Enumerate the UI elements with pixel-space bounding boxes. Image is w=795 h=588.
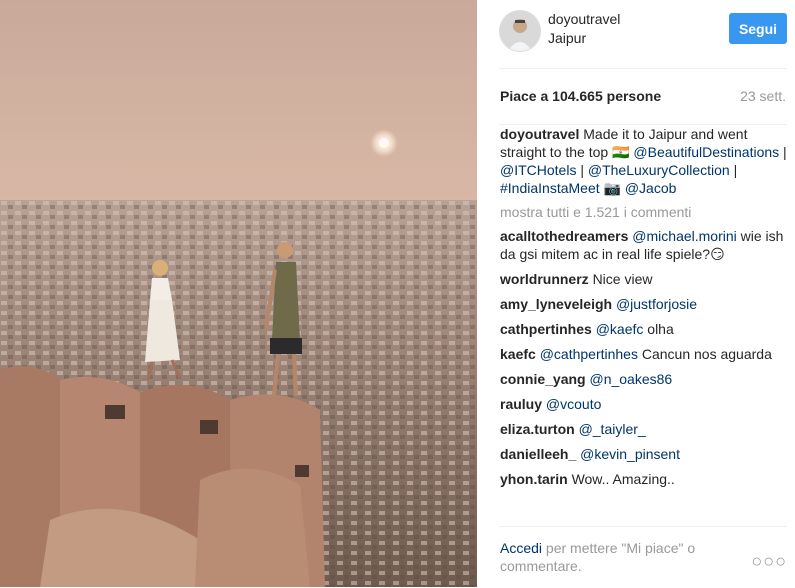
comment-items: acalltothedreamers @michael.morini wie i… <box>500 227 787 488</box>
comment-text: Cancun nos aguarda <box>637 346 772 362</box>
separator: | <box>576 162 588 178</box>
follow-button[interactable]: Segui <box>729 13 787 44</box>
comment-username[interactable]: eliza.turton <box>500 421 575 437</box>
comment-mention[interactable]: @kevin_pinsent <box>580 446 680 462</box>
camera-emoji: 📷 <box>603 180 621 196</box>
caption-mention[interactable]: @Jacob <box>625 180 677 196</box>
comment-mention[interactable]: @michael.morini <box>632 228 736 244</box>
caption-username[interactable]: doyoutravel <box>500 126 579 142</box>
comment-username[interactable]: acalltothedreamers <box>500 228 628 244</box>
header-location[interactable]: Jaipur <box>548 30 586 46</box>
comment-item: danielleeh_ @kevin_pinsent <box>500 445 787 463</box>
caption-mention[interactable]: @ITCHotels <box>500 162 576 178</box>
comment-mention[interactable]: @kaefc <box>596 321 644 337</box>
comment-item: worldrunnerz Nice view <box>500 270 787 288</box>
comment-mention[interactable]: @_taiyler_ <box>579 421 646 437</box>
comment-item: cathpertinhes @kaefc olha <box>500 320 787 338</box>
comment-text: Nice view <box>592 271 653 287</box>
comment-username[interactable]: yhon.tarin <box>500 471 568 487</box>
comment-username[interactable]: danielleeh_ <box>500 446 576 462</box>
comment-item: eliza.turton @_taiyler_ <box>500 420 787 438</box>
comment-item: kaefc @cathpertinhes Cancun nos aguarda <box>500 345 787 363</box>
post-header: doyoutravel Jaipur Segui <box>499 0 787 69</box>
comment-username[interactable]: rauluy <box>500 396 542 412</box>
caption: doyoutravel Made it to Jaipur and went s… <box>500 125 787 197</box>
instagram-post: doyoutravel Jaipur Segui Piace a 104.665… <box>0 0 795 587</box>
comment-username[interactable]: kaefc <box>500 346 536 362</box>
show-all-comments-link[interactable]: mostra tutti e 1.521 i commenti <box>500 203 787 221</box>
comment-mention[interactable]: @cathpertinhes <box>540 346 638 362</box>
post-sidebar: doyoutravel Jaipur Segui Piace a 104.665… <box>477 0 795 587</box>
avatar[interactable] <box>499 10 541 52</box>
comment-item: rauluy @vcouto <box>500 395 787 413</box>
comment-item: yhon.tarin Wow.. Amazing.. <box>500 470 787 488</box>
caption-mention[interactable]: @TheLuxuryCollection <box>588 162 730 178</box>
comment-mention[interactable]: @justforjosie <box>616 296 697 312</box>
photo-jaipur-rooftop <box>0 0 477 587</box>
comment-username[interactable]: cathpertinhes <box>500 321 592 337</box>
comment-username[interactable]: amy_lyneveleigh <box>500 296 612 312</box>
likes-row: Piace a 104.665 persone 23 sett. <box>499 68 787 125</box>
login-prompt: Accedi per mettere "Mi piace" o commenta… <box>500 539 750 575</box>
comment-item: acalltothedreamers @michael.morini wie i… <box>500 227 787 263</box>
header-username[interactable]: doyoutravel <box>548 11 620 27</box>
comment-text: olha <box>643 321 674 337</box>
caption-hashtag[interactable]: #IndiaInstaMeet <box>500 180 600 196</box>
more-options-icon[interactable]: ○○○ <box>751 551 787 572</box>
likes-count[interactable]: Piace a 104.665 persone <box>500 88 661 104</box>
comment-text: Wow.. Amazing.. <box>571 471 675 487</box>
comment-item: connie_yang @n_oakes86 <box>500 370 787 388</box>
comment-username[interactable]: worldrunnerz <box>500 271 589 287</box>
separator: | <box>779 144 787 160</box>
avatar-image <box>500 11 540 51</box>
separator: | <box>729 162 738 178</box>
login-link[interactable]: Accedi <box>500 540 542 556</box>
post-date[interactable]: 23 sett. <box>740 88 786 104</box>
post-photo[interactable] <box>0 0 477 587</box>
comment-mention[interactable]: @n_oakes86 <box>589 371 672 387</box>
caption-mention[interactable]: @BeautifulDestinations <box>633 144 779 160</box>
comment-item: amy_lyneveleigh @justforjosie <box>500 295 787 313</box>
comment-mention[interactable]: @vcouto <box>546 396 601 412</box>
comment-username[interactable]: connie_yang <box>500 371 586 387</box>
comments-list[interactable]: doyoutravel Made it to Jaipur and went s… <box>500 125 787 524</box>
post-footer: Accedi per mettere "Mi piace" o commenta… <box>499 526 787 588</box>
flag-emoji: 🇮🇳 <box>612 144 630 160</box>
